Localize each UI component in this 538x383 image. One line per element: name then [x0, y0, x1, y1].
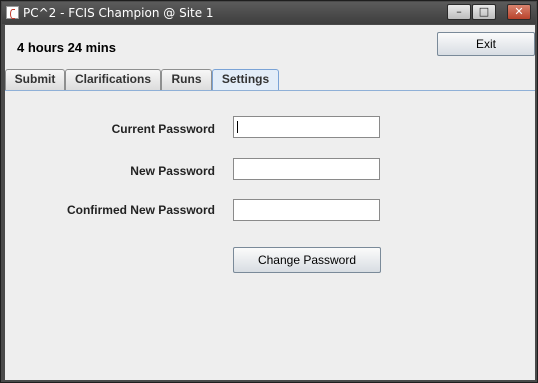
- exit-button[interactable]: Exit: [437, 32, 535, 56]
- change-password-button[interactable]: Change Password: [233, 247, 381, 273]
- text-caret: [237, 121, 238, 133]
- close-button[interactable]: ✕: [507, 4, 531, 20]
- minimize-button[interactable]: –: [447, 4, 471, 20]
- title-bar[interactable]: PC^2 - FCIS Champion @ Site 1 – □ ✕: [2, 2, 536, 24]
- tab-submit[interactable]: Submit: [5, 69, 65, 90]
- new-password-field[interactable]: [233, 158, 380, 180]
- maximize-icon: □: [478, 5, 490, 18]
- confirm-password-label: Confirmed New Password: [66, 203, 215, 217]
- minimize-icon: –: [456, 5, 462, 18]
- close-icon: ✕: [514, 5, 524, 18]
- new-password-label: New Password: [130, 164, 215, 178]
- client-area: 4 hours 24 mins Exit Submit Clarificatio…: [5, 25, 535, 380]
- tab-clarifications[interactable]: Clarifications: [65, 69, 161, 90]
- remaining-time-label: 4 hours 24 mins: [17, 40, 116, 55]
- current-password-label: Current Password: [111, 122, 215, 136]
- app-icon: [6, 6, 19, 19]
- maximize-button[interactable]: □: [472, 4, 496, 20]
- confirm-password-field[interactable]: [233, 199, 380, 221]
- current-password-field[interactable]: [233, 116, 380, 138]
- settings-panel: Current Password New Password Confirmed …: [5, 90, 535, 380]
- tab-runs[interactable]: Runs: [161, 69, 212, 90]
- tab-settings[interactable]: Settings: [212, 69, 279, 91]
- main-window: PC^2 - FCIS Champion @ Site 1 – □ ✕ 4 ho…: [0, 0, 538, 383]
- window-title: PC^2 - FCIS Champion @ Site 1: [23, 6, 214, 20]
